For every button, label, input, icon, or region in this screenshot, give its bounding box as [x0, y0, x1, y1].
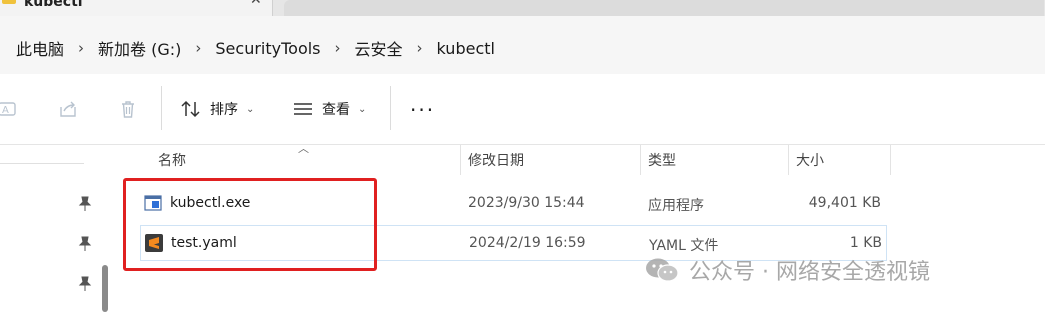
column-header-modified[interactable]: 修改日期: [468, 145, 524, 175]
breadcrumb: 此电脑 › 新加卷 (G:) › SecurityTools › 云安全 › k…: [16, 36, 495, 60]
watermark-text: 公众号 · 网络安全透视镜: [689, 260, 930, 285]
sort-label: 排序: [210, 102, 238, 118]
file-size: 49,401 KB: [808, 195, 881, 211]
file-modified: 2024/2/19 16:59: [469, 235, 586, 251]
breadcrumb-cloud-security[interactable]: 云安全: [355, 36, 403, 60]
rename-icon[interactable]: A: [0, 98, 18, 120]
nav-scrollbar[interactable]: [102, 265, 108, 312]
wechat-icon: [646, 258, 679, 282]
close-icon[interactable]: ✕: [250, 0, 262, 8]
share-icon[interactable]: [57, 98, 79, 120]
nav-divider: [0, 163, 84, 164]
more-options-button[interactable]: ···: [410, 98, 435, 122]
view-label: 查看: [322, 102, 350, 118]
chevron-down-icon: ⌄: [246, 103, 255, 115]
file-size: 1 KB: [849, 235, 882, 251]
highlight-box: [123, 178, 377, 271]
view-button[interactable]: 查看 ⌄: [292, 96, 366, 122]
file-type: YAML 文件: [649, 238, 719, 254]
file-type: 应用程序: [648, 198, 704, 214]
column-header-type[interactable]: 类型: [648, 145, 676, 175]
chevron-right-icon[interactable]: ›: [403, 39, 437, 57]
chevron-right-icon[interactable]: ›: [181, 39, 215, 57]
toolbar-divider: [390, 86, 391, 130]
column-divider[interactable]: [460, 145, 461, 175]
view-icon: [294, 103, 312, 115]
tab-title: kubectl: [24, 0, 83, 10]
chevron-down-icon: ⌄: [358, 103, 367, 115]
breadcrumb-kubectl[interactable]: kubectl: [437, 39, 495, 58]
breadcrumb-drive[interactable]: 新加卷 (G:): [98, 36, 181, 60]
breadcrumb-this-pc[interactable]: 此电脑: [16, 36, 64, 60]
toolbar-divider: [161, 86, 162, 130]
column-divider[interactable]: [640, 145, 641, 175]
sort-ascending-icon: ︿: [298, 142, 309, 155]
column-divider[interactable]: [788, 145, 789, 175]
tab-strip: kubectl ✕: [0, 0, 1045, 16]
column-header-size[interactable]: 大小: [796, 145, 824, 175]
address-bar[interactable]: 此电脑 › 新加卷 (G:) › SecurityTools › 云安全 › k…: [0, 16, 1045, 74]
watermark: 公众号 · 网络安全透视镜: [645, 254, 930, 286]
command-bar: A 排序 ⌄ 查看 ⌄ ···: [0, 74, 1045, 145]
pin-icon[interactable]: [78, 276, 92, 292]
new-tab-area[interactable]: [284, 0, 1044, 16]
navigation-pane: [0, 145, 98, 312]
chevron-right-icon[interactable]: ›: [321, 39, 355, 57]
svg-text:A: A: [2, 105, 9, 116]
breadcrumb-securitytools[interactable]: SecurityTools: [215, 39, 320, 58]
delete-icon[interactable]: [117, 98, 139, 120]
pin-icon[interactable]: [78, 236, 92, 252]
column-header-name[interactable]: 名称: [158, 145, 186, 175]
sort-button[interactable]: 排序 ⌄: [180, 96, 254, 122]
pin-icon[interactable]: [78, 196, 92, 212]
column-divider[interactable]: [890, 145, 891, 175]
tab-kubectl[interactable]: kubectl ✕: [0, 0, 273, 16]
folder-icon: [2, 0, 16, 4]
sort-icon: [181, 100, 200, 118]
chevron-right-icon[interactable]: ›: [64, 39, 98, 57]
file-modified: 2023/9/30 15:44: [468, 195, 585, 211]
